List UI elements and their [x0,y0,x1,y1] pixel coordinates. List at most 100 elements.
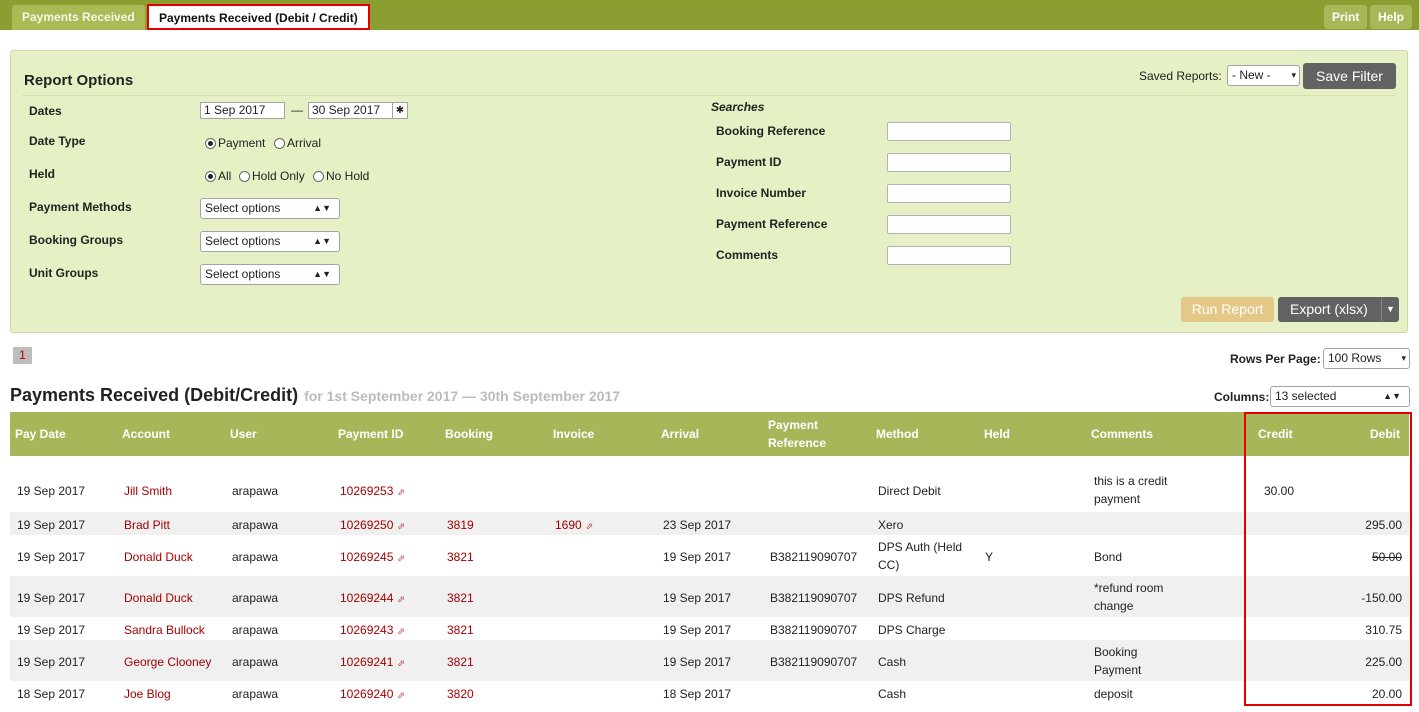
cell-text: 10269245 [340,550,394,564]
held-hold-only-radio[interactable]: Hold Only [239,169,305,183]
col-user[interactable]: User [230,425,257,443]
cell-method: Xero [878,516,903,534]
invoice-number-input[interactable] [887,184,1011,203]
cell-account[interactable]: Sandra Bullock [124,621,205,639]
booking-groups-select[interactable]: Select options ▲▼ [200,231,340,252]
cell-text: 10269241 [340,655,394,669]
gear-icon[interactable]: ✱ [392,102,408,119]
export-xlsx-button[interactable]: Export (xlsx) [1278,297,1398,322]
help-button[interactable]: Help [1370,5,1413,29]
external-link-icon[interactable]: ⬀ [397,487,405,497]
date-to-input[interactable]: 30 Sep 2017 [308,102,393,119]
external-link-icon[interactable]: ⬀ [586,521,594,531]
run-report-button[interactable]: Run Report [1181,297,1274,322]
cell-account[interactable]: George Clooney [124,653,211,671]
col-payment-reference[interactable]: Payment Reference [768,416,826,452]
cell-payment-id[interactable]: 10269245 ⬀ [340,548,405,567]
external-link-icon[interactable]: ⬀ [397,658,405,668]
tab-payments-received-debit-credit[interactable]: Payments Received (Debit / Credit) [147,4,370,30]
cell-booking[interactable]: 3821 [447,589,474,607]
external-link-icon[interactable]: ⬀ [397,553,405,563]
cell-text: B382119090707 [770,591,858,605]
tab-payments-received[interactable]: Payments Received [12,5,145,30]
export-dropdown-icon[interactable]: ▼ [1381,297,1399,322]
cell-booking[interactable]: 3820 [447,685,474,703]
cell-text: 10269240 [340,687,394,701]
col-debit[interactable]: Debit [1370,425,1400,443]
cell-account[interactable]: Donald Duck [124,548,193,566]
date-from-input[interactable]: 1 Sep 2017 [200,102,285,119]
cell-booking[interactable]: 3819 [447,516,474,534]
cell-payment-id[interactable]: 10269244 ⬀ [340,589,405,608]
cell-pay-ref: B382119090707 [770,621,857,639]
cell-text: Cash [878,655,907,669]
external-link-icon[interactable]: ⬀ [397,594,405,604]
cell-user: arapawa [232,621,278,639]
col-arrival[interactable]: Arrival [661,425,699,443]
columns-select[interactable]: 13 selected ▲▼ [1270,386,1410,407]
cell-method: DPS Charge [878,621,945,639]
payment-reference-label: Payment Reference [716,217,828,231]
booking-reference-input[interactable] [887,122,1011,141]
saved-reports-select[interactable]: - New - ▾ [1227,65,1300,86]
rows-per-page-select[interactable]: 100 Rows ▾ [1323,348,1410,369]
cell-account[interactable]: Brad Pitt [124,516,170,534]
held-no-hold-radio[interactable]: No Hold [313,169,369,183]
held-all-radio[interactable]: All [205,169,231,183]
cell-account[interactable]: Donald Duck [124,589,193,607]
radio-unchecked-icon [313,171,324,182]
cell-text: 19 Sep 2017 [663,591,732,605]
table-row: 19 Sep 2017 Donald Duck arapawa 10269244 ⬀ 38… [10,576,1409,617]
cell-text-line2: CC) [878,558,900,572]
table-row: 19 Sep 2017 George Clooney arapawa 10269241… [10,640,1409,681]
cell-text: 18 Sep 2017 [663,687,732,701]
comments-input[interactable] [887,246,1011,265]
invoice-number-label: Invoice Number [716,186,807,200]
cell-payment-id[interactable]: 10269253 ⬀ [340,482,405,501]
col-account[interactable]: Account [122,425,170,443]
col-booking[interactable]: Booking [445,425,493,443]
col-credit[interactable]: Credit [1258,425,1293,443]
cell-account[interactable]: Joe Blog [124,685,171,703]
col-pay-date[interactable]: Pay Date [15,425,66,443]
cell-arrival: 19 Sep 2017 [663,589,731,607]
cell-invoice[interactable]: 1690 ⬀ [555,516,593,535]
col-invoice[interactable]: Invoice [553,425,594,443]
cell-booking[interactable]: 3821 [447,653,474,671]
cell-account[interactable]: Jill Smith [124,482,172,500]
col-held[interactable]: Held [984,425,1010,443]
cell-booking[interactable]: 3821 [447,548,474,566]
cell-method: Direct Debit [878,482,941,500]
cell-text: Cash [878,687,907,701]
external-link-icon[interactable]: ⬀ [397,690,405,700]
col-payment-reference-line2: Reference [768,436,827,450]
external-link-icon[interactable]: ⬀ [397,626,405,636]
cell-method: Cash [878,653,906,671]
cell-payment-id[interactable]: 10269240 ⬀ [340,685,405,704]
unit-groups-select[interactable]: Select options ▲▼ [200,264,340,285]
payment-id-input[interactable] [887,153,1011,172]
col-comments[interactable]: Comments [1091,425,1153,443]
cell-pay-ref: B382119090707 [770,589,857,607]
cell-payment-id[interactable]: 10269243 ⬀ [340,621,405,640]
save-filter-button[interactable]: Save Filter [1303,63,1396,89]
payment-reference-input[interactable] [887,215,1011,234]
payment-methods-select[interactable]: Select options ▲▼ [200,198,340,219]
cell-method: Cash [878,685,906,703]
print-button[interactable]: Print [1324,5,1368,29]
date-type-label: Date Type [29,134,86,148]
date-type-arrival-radio[interactable]: Arrival [274,136,321,150]
col-payment-id[interactable]: Payment ID [338,425,403,443]
cell-text: 3821 [447,623,474,637]
date-type-payment-radio[interactable]: Payment [205,136,265,150]
external-link-icon[interactable]: ⬀ [397,521,405,531]
cell-text: 3821 [447,550,474,564]
page-1-button[interactable]: 1 [13,347,32,364]
rows-per-page-value: 100 Rows [1328,351,1382,365]
cell-payment-id[interactable]: 10269250 ⬀ [340,516,405,535]
cell-booking[interactable]: 3821 [447,621,474,639]
cell-text: arapawa [232,550,279,564]
cell-payment-id[interactable]: 10269241 ⬀ [340,653,405,672]
cell-text: B382119090707 [770,550,858,564]
col-method[interactable]: Method [876,425,919,443]
